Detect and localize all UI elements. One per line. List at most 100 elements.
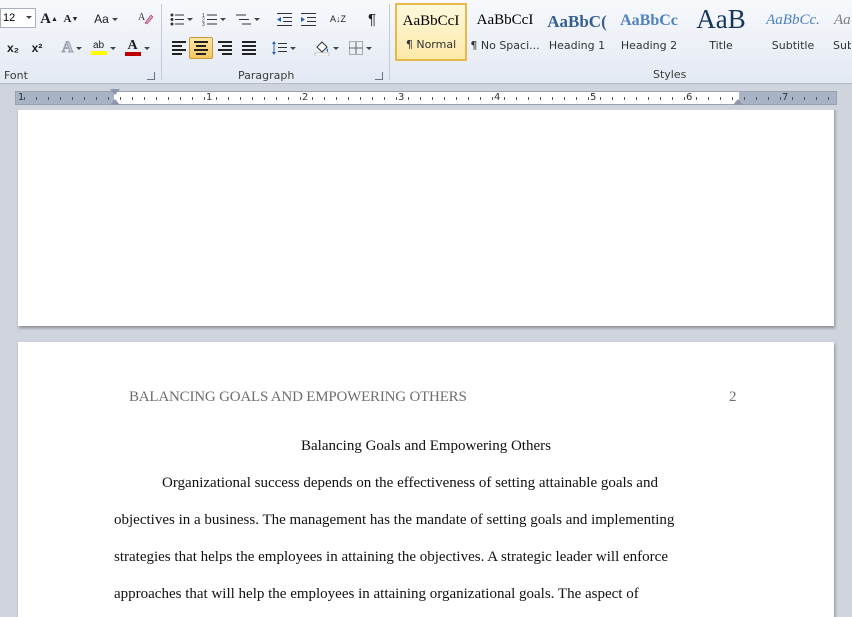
style-normal[interactable]: AaBbCcI ¶ Normal — [395, 3, 467, 61]
right-indent-marker[interactable] — [733, 99, 743, 105]
ruler-tick — [168, 97, 169, 100]
body-line[interactable]: strategies that helps the employees in a… — [114, 549, 738, 566]
clear-formatting-button[interactable]: A — [134, 6, 156, 28]
style-subtle-emphasis[interactable]: Aa Sub — [829, 3, 852, 61]
first-line-indent-marker[interactable] — [110, 89, 120, 95]
ruler-tick — [372, 97, 373, 100]
ruler-tick — [36, 97, 37, 100]
clear-formatting-icon: A — [138, 12, 153, 25]
ruler-tick — [48, 97, 49, 100]
ruler-number: 5 — [590, 92, 597, 103]
ruler-number: 6 — [686, 92, 693, 103]
ruler-number: 4 — [494, 92, 501, 103]
ruler-tick — [816, 97, 817, 100]
style-heading-1[interactable]: AaBbC( Heading 1 — [541, 3, 613, 61]
ruler-tick — [180, 97, 181, 100]
borders-button[interactable] — [345, 37, 375, 59]
bullets-button[interactable] — [167, 8, 195, 30]
ruler-tick — [516, 97, 517, 100]
shrink-font-button[interactable]: A ▼ — [62, 8, 80, 30]
ruler-tick — [492, 97, 493, 100]
ruler-tick — [324, 97, 325, 100]
chevron-down-icon — [26, 16, 32, 19]
font-dialog-launcher[interactable] — [147, 72, 155, 80]
grow-font-button[interactable]: A ▲ — [40, 8, 58, 30]
document-page-2[interactable]: BALANCING GOALS AND EMPOWERING OTHERS 2 … — [18, 342, 834, 617]
ruler-tick — [288, 97, 289, 100]
font-color-button[interactable]: A — [122, 37, 152, 59]
paragraph-group: 123 A↓Z ¶ Paragraph — [163, 0, 388, 84]
ruler-tick — [780, 97, 781, 100]
ruler-tick — [504, 97, 505, 100]
font-size-combobox[interactable]: 12 — [0, 8, 36, 28]
ruler-tick — [396, 97, 397, 100]
subscript-button[interactable]: x₂ — [2, 37, 24, 59]
style-heading-2[interactable]: AaBbCc Heading 2 — [613, 3, 685, 61]
ruler-tick — [60, 97, 61, 100]
ruler-tick — [420, 97, 421, 100]
shading-button[interactable] — [311, 37, 341, 59]
increase-indent-icon — [300, 12, 316, 26]
align-left-icon — [172, 41, 186, 55]
ruler-number: 1 — [206, 92, 213, 103]
ruler-tick — [636, 97, 637, 100]
decrease-indent-button[interactable] — [273, 8, 295, 30]
document-area[interactable]: BALANCING GOALS AND EMPOWERING OTHERS 2 … — [0, 110, 852, 617]
document-page-1[interactable] — [18, 110, 834, 326]
ruler-tick — [108, 97, 109, 100]
ruler-tick — [588, 97, 589, 100]
text-effects-button[interactable]: A — [58, 37, 86, 59]
ruler-tick — [744, 97, 745, 100]
justify-icon — [242, 41, 256, 55]
body-line[interactable]: Organizational success depends on the ef… — [114, 475, 738, 492]
align-center-button[interactable] — [189, 37, 213, 59]
multilevel-list-button[interactable] — [233, 8, 263, 30]
superscript-button[interactable]: x² — [26, 37, 48, 59]
align-right-button[interactable] — [213, 37, 237, 59]
sort-icon: A↓Z — [329, 14, 346, 24]
sort-button[interactable]: A↓Z — [327, 8, 349, 30]
ruler-tick — [660, 97, 661, 100]
ruler-tick — [648, 97, 649, 100]
style-title[interactable]: AaB Title — [685, 3, 757, 61]
ruler-number: 2 — [302, 92, 309, 103]
decrease-indent-icon — [276, 12, 292, 26]
align-left-button[interactable] — [167, 37, 191, 59]
show-formatting-marks-button[interactable]: ¶ — [361, 8, 383, 30]
increase-indent-button[interactable] — [297, 8, 319, 30]
ruler-tick — [600, 97, 601, 100]
style-subtitle[interactable]: AaBbCc. Subtitle — [757, 3, 829, 61]
ruler-tick — [300, 97, 301, 100]
ruler-tick — [672, 97, 673, 100]
ruler-tick — [84, 97, 85, 100]
hanging-indent-marker[interactable] — [110, 99, 120, 105]
align-right-icon — [218, 41, 232, 55]
ruler-tick — [708, 97, 709, 100]
document-title[interactable]: Balancing Goals and Empowering Others — [18, 438, 834, 455]
ruler-number: 7 — [782, 92, 789, 103]
borders-icon — [348, 41, 363, 55]
paint-bucket-icon — [314, 40, 329, 56]
ruler-tick — [120, 97, 121, 100]
style-no-spacing[interactable]: AaBbCcI ¶ No Spaci... — [469, 3, 541, 61]
horizontal-ruler: 1 1 2 3 4 5 6 7 — [0, 88, 852, 110]
body-line[interactable]: objectives in a business. The management… — [114, 512, 738, 529]
highlight-button[interactable]: ab — [88, 37, 118, 59]
page-number[interactable]: 2 — [729, 389, 737, 406]
ruler-tick — [828, 97, 829, 100]
justify-button[interactable] — [237, 37, 261, 59]
ruler-tick — [72, 97, 73, 100]
change-case-button[interactable]: Aa — [92, 8, 120, 30]
ruler-tick — [216, 97, 217, 100]
body-line[interactable]: approaches that will help the employees … — [114, 586, 738, 603]
ruler-number: 3 — [398, 92, 405, 103]
paragraph-dialog-launcher[interactable] — [375, 72, 383, 80]
ruler-tick — [264, 97, 265, 100]
ruler-tick — [444, 97, 445, 100]
running-head[interactable]: BALANCING GOALS AND EMPOWERING OTHERS — [129, 389, 467, 406]
ruler-tick — [360, 97, 361, 100]
numbering-button[interactable]: 123 — [199, 8, 229, 30]
line-spacing-button[interactable] — [269, 37, 299, 59]
ruler-tick — [96, 97, 97, 100]
ruler-tick — [312, 97, 313, 100]
